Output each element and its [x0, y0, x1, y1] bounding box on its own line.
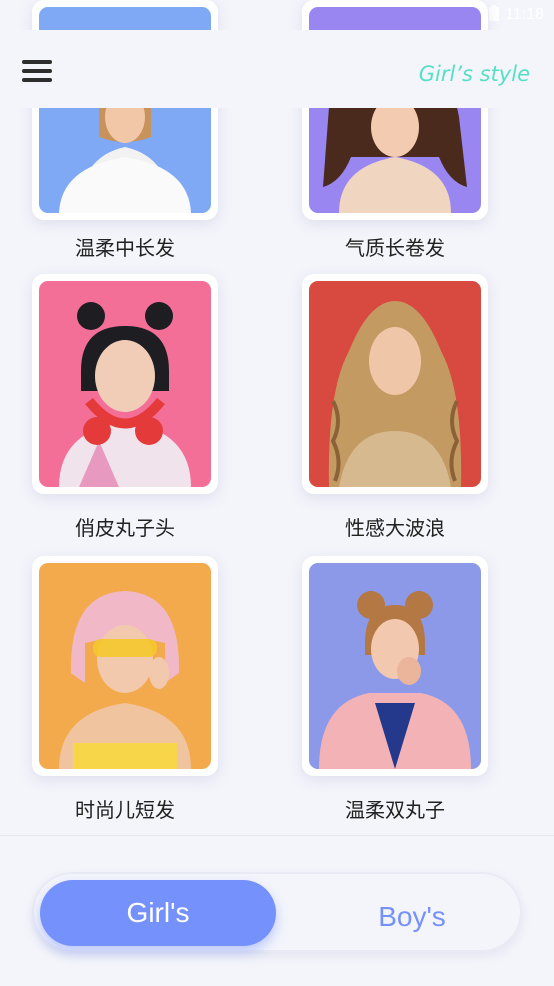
hairstyle-label: 俏皮丸子头 — [75, 516, 175, 540]
gender-toggle[interactable]: Girl's Boy's — [32, 872, 522, 952]
hairstyle-label: 时尚儿短发 — [75, 798, 175, 822]
hairstyle-label: 温柔中长发 — [75, 236, 175, 260]
hairstyle-photo — [39, 563, 211, 769]
hairstyle-card-5[interactable] — [32, 556, 218, 776]
girls-tab-button[interactable]: Girl's — [40, 880, 276, 946]
page-title: Girl’s style — [418, 62, 530, 86]
hairstyle-grid[interactable]: 温柔中长发 气质长卷发 俏皮丸子头 性感大波浪 时尚儿短发 温柔双丸子 — [0, 0, 554, 835]
bottom-bar: Girl's Boy's — [0, 836, 554, 986]
hairstyle-label: 气质长卷发 — [345, 236, 445, 260]
hairstyle-card-6[interactable] — [302, 556, 488, 776]
hairstyle-photo — [309, 281, 481, 487]
hairstyle-photo — [39, 281, 211, 487]
hamburger-menu-icon[interactable] — [22, 60, 52, 86]
hairstyle-label: 性感大波浪 — [345, 516, 445, 540]
boys-tab-button[interactable]: Boy's — [294, 884, 530, 950]
hairstyle-card-3[interactable] — [32, 274, 218, 494]
hairstyle-photo — [309, 563, 481, 769]
app-header: Girl’s style — [0, 30, 554, 108]
hairstyle-label: 温柔双丸子 — [345, 798, 445, 822]
hairstyle-card-4[interactable] — [302, 274, 488, 494]
